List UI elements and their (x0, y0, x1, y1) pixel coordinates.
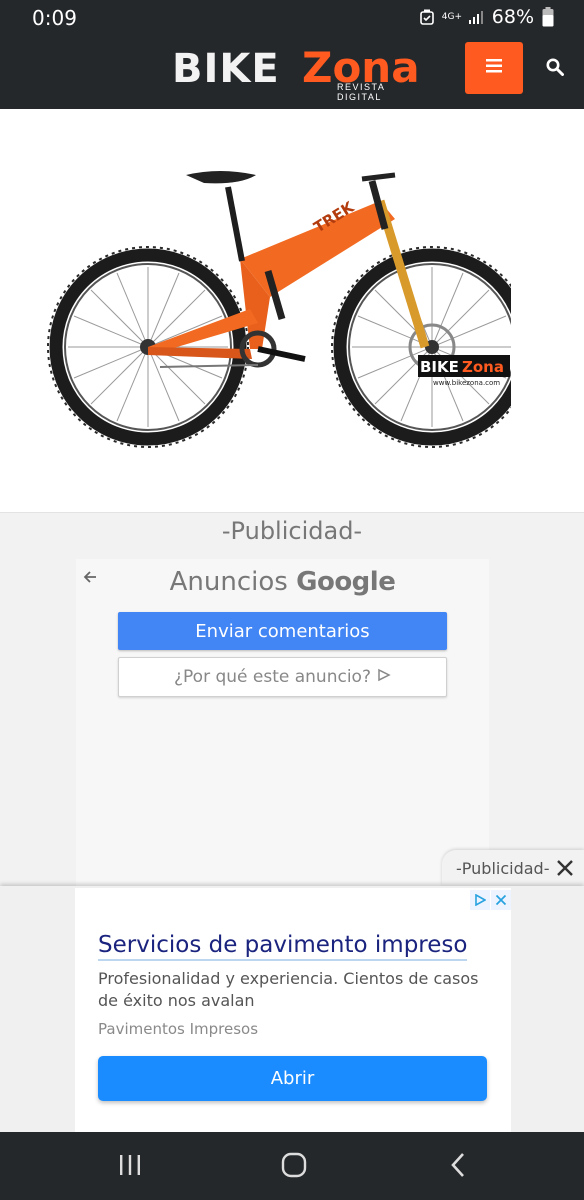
ad-headline[interactable]: Servicios de pavimento impreso (98, 932, 468, 961)
home-button[interactable] (279, 1152, 309, 1182)
bike-illustration: TREK BIKE Zona www.bikezona.com (47, 171, 584, 512)
ad-label: -Publicidad- (221, 517, 363, 545)
adchoices-badge[interactable] (470, 890, 511, 910)
open-ad-button[interactable]: Abrir (98, 1056, 487, 1101)
ad-advertiser: Pavimentos Impresos (98, 1020, 259, 1038)
status-bar: 0:09 4G+ 68% (0, 0, 584, 34)
battery-icon (542, 7, 554, 27)
anchor-ad: Servicios de pavimento impreso Profesion… (0, 886, 584, 1132)
home-icon (281, 1152, 307, 1183)
hamburger-icon (486, 58, 502, 78)
site-header: BIKE Zona REVISTA DIGITAL (0, 34, 584, 109)
why-this-ad-label: ¿Por qué este anuncio? (174, 667, 371, 687)
back-button[interactable] (443, 1152, 473, 1182)
search-icon (546, 58, 564, 81)
adchoices-play-icon (377, 667, 391, 687)
hero-image: TREK BIKE Zona www.bikezona.com (0, 109, 584, 512)
logo-bike-text: BIKE (172, 46, 280, 92)
anchor-ad-label: -Publicidad- (456, 858, 550, 878)
ad-close-icon[interactable] (491, 890, 511, 910)
close-icon[interactable] (554, 857, 576, 879)
status-time: 0:09 (32, 6, 77, 30)
ad-block: -Publicidad- Anuncios Google Enviar come… (0, 512, 584, 887)
adchoices-icon (470, 890, 490, 910)
anchor-ad-card[interactable]: Servicios de pavimento impreso Profesion… (75, 888, 511, 1132)
front-wheel (331, 246, 533, 448)
google-ads-title: Anuncios Google (76, 567, 489, 597)
site-logo[interactable]: BIKE Zona REVISTA DIGITAL (172, 44, 424, 103)
menu-button[interactable] (465, 42, 523, 94)
watermark-zona: Zona (462, 358, 504, 376)
search-button[interactable] (540, 54, 570, 84)
anchor-ad-tab[interactable]: -Publicidad- (442, 850, 584, 886)
watermark-url: www.bikezona.com (433, 379, 500, 387)
alarm-icon (419, 9, 434, 25)
recents-icon (118, 1154, 142, 1181)
send-feedback-button[interactable]: Enviar comentarios (118, 612, 447, 650)
signal-icon (468, 9, 484, 25)
back-chevron-icon (450, 1152, 466, 1183)
logo-subtitle: REVISTA DIGITAL (337, 82, 385, 102)
network-type: 4G+ (441, 11, 463, 22)
system-nav-bar (0, 1132, 584, 1200)
ads-title-brand: Google (296, 567, 396, 597)
recents-button[interactable] (115, 1152, 145, 1182)
battery-percent: 68% (491, 6, 534, 28)
ads-title-prefix: Anuncios (169, 567, 288, 597)
ad-feedback-card: Anuncios Google Enviar comentarios ¿Por … (76, 559, 489, 887)
status-icons: 4G+ 68% (419, 6, 554, 28)
why-this-ad-button[interactable]: ¿Por qué este anuncio? (118, 657, 447, 697)
ad-description: Profesionalidad y experiencia. Cientos d… (98, 969, 479, 1010)
watermark-bike: BIKE (420, 358, 459, 376)
